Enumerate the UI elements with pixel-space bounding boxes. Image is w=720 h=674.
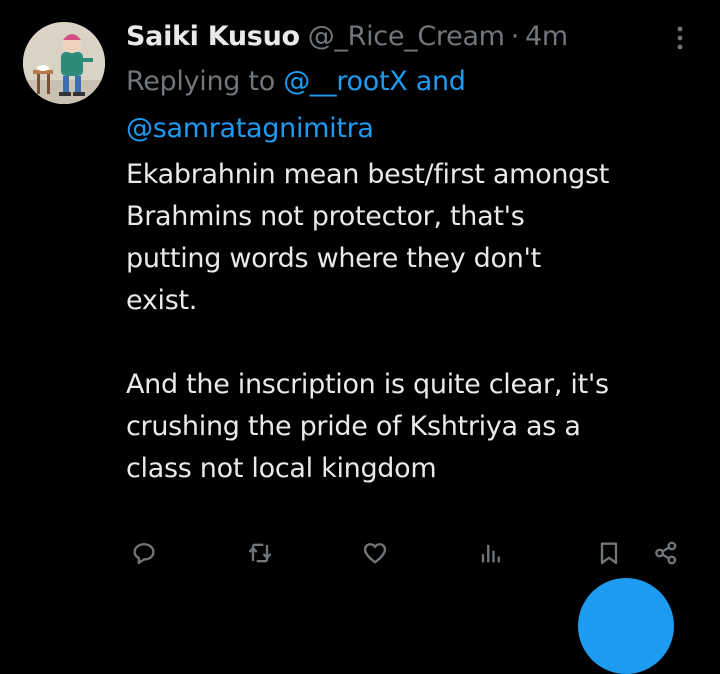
bookmark-icon: [600, 542, 618, 565]
tweet-text-line: Ekabrahnin mean best/first amongst: [126, 159, 610, 190]
views-button[interactable]: [472, 535, 508, 571]
retweet-button[interactable]: [242, 535, 278, 571]
tweet-actions: [0, 535, 720, 575]
bar-chart-icon: [481, 544, 500, 563]
bookmark-button[interactable]: [591, 535, 627, 571]
display-name[interactable]: Saiki Kusuo: [126, 21, 300, 52]
tweet-text: Ekabrahnin mean best/first amongst Brahm…: [126, 154, 706, 490]
replying-to: Replying to @__rootX and @samratagnimitr…: [126, 58, 706, 152]
tweet-text-line: putting words where they don't: [126, 243, 541, 274]
heart-icon: [363, 543, 387, 564]
timestamp[interactable]: 4m: [525, 21, 568, 52]
tweet-text-line: exist.: [126, 285, 198, 316]
retweet-icon: [248, 543, 272, 563]
more-options-button[interactable]: [664, 24, 696, 52]
replying-to-label: Replying to: [126, 66, 275, 97]
user-handle[interactable]: @_Rice_Cream: [308, 21, 505, 52]
tweet-text-line: class not local kingdom: [126, 453, 437, 484]
mention-joiner: and: [415, 66, 466, 97]
avatar[interactable]: [23, 22, 105, 104]
mention-samratagnimitra[interactable]: @samratagnimitra: [126, 113, 374, 144]
separator-dot: ·: [510, 20, 520, 52]
reply-button[interactable]: [126, 535, 162, 571]
share-button[interactable]: [648, 535, 684, 571]
tweet-text-line: crushing the pride of Kshtriya as a: [126, 411, 581, 442]
vertical-dots-icon: [677, 26, 683, 50]
comment-icon: [133, 543, 155, 565]
compose-button[interactable]: [578, 578, 674, 674]
mention-rootx[interactable]: @__rootX: [283, 66, 408, 97]
tweet-header: Saiki Kusuo @_Rice_Cream · 4m: [126, 16, 568, 56]
tweet-text-line: Brahmins not protector, that's: [126, 201, 525, 232]
like-button[interactable]: [357, 535, 393, 571]
avatar-image: [23, 22, 105, 104]
tweet-text-line: And the inscription is quite clear, it's: [126, 369, 609, 400]
share-icon: [655, 541, 677, 565]
tweet[interactable]: Saiki Kusuo @_Rice_Cream · 4m Replying t…: [0, 0, 720, 674]
